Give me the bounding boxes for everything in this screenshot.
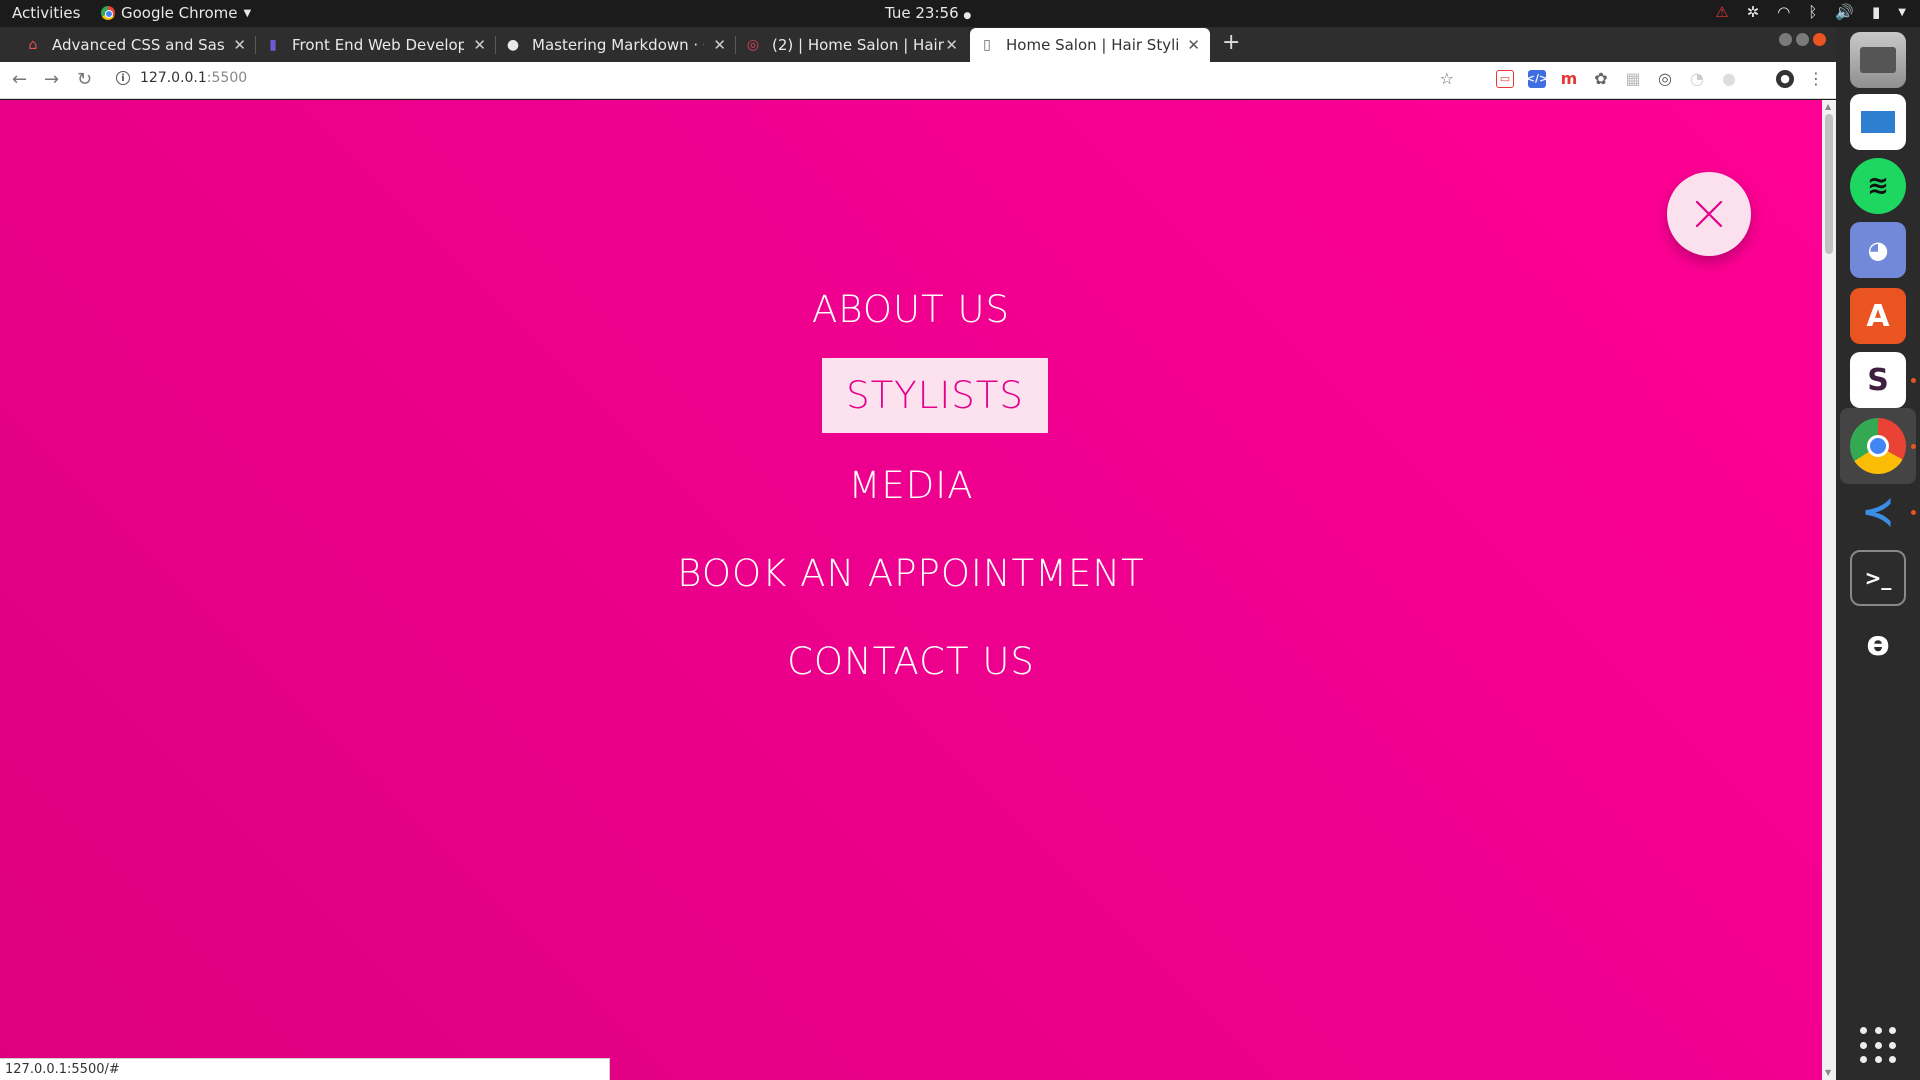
- browser-toolbar: ← → ↻ i 127.0.0.1:5500 ☆ ▭ </> m ✿ ▦ ◎ ◔…: [0, 62, 1836, 99]
- chevron-down-icon: ▼: [243, 7, 252, 19]
- faded-extension-icon[interactable]: ●: [1720, 69, 1738, 88]
- close-icon[interactable]: ✕: [233, 36, 246, 54]
- system-top-bar: Activities Google Chrome ▼ Tue 23:56 ● ⚠…: [0, 0, 1920, 27]
- tab[interactable]: ▮ Front End Web Develope ✕: [256, 28, 496, 62]
- volume-icon[interactable]: 🔊: [1835, 3, 1854, 21]
- close-nav-button[interactable]: [1667, 172, 1751, 256]
- page-viewport: ABOUT US STYLISTS MEDIA BOOK AN APPOINTM…: [0, 100, 1822, 1080]
- tab[interactable]: ◎ (2) | Home Salon | Hair Sty ✕: [736, 28, 968, 62]
- window-controls: [1779, 33, 1826, 46]
- tab-title: Mastering Markdown · Gi: [532, 36, 704, 54]
- calendar-extension-icon[interactable]: ▭: [1496, 69, 1514, 88]
- nav-item-contact-us[interactable]: CONTACT US: [0, 624, 1822, 699]
- url-host: 127.0.0.1: [140, 70, 207, 86]
- minimize-icon[interactable]: [1779, 33, 1792, 46]
- warning-icon[interactable]: ⚠: [1715, 3, 1728, 21]
- udemy-icon: ⌂: [28, 37, 38, 53]
- grid-extension-icon[interactable]: ▦: [1624, 69, 1642, 88]
- close-icon[interactable]: ✕: [945, 36, 958, 54]
- libreoffice-impress-icon[interactable]: [1850, 94, 1906, 150]
- back-arrow-icon[interactable]: ←: [12, 69, 27, 90]
- ubuntu-software-icon[interactable]: A: [1850, 288, 1906, 344]
- site-info-icon[interactable]: i: [116, 71, 130, 85]
- files-icon[interactable]: [1850, 32, 1906, 88]
- bookmark-star-icon[interactable]: ☆: [1440, 69, 1454, 88]
- new-tab-plus-icon[interactable]: +: [1222, 30, 1240, 55]
- swirl-extension-icon[interactable]: ◔: [1688, 69, 1706, 88]
- window-close-icon[interactable]: [1813, 33, 1826, 46]
- close-icon[interactable]: ✕: [713, 36, 726, 54]
- bookmark-icon: ▮: [269, 37, 277, 53]
- nav-item-book-an-appointment[interactable]: BOOK AN APPOINTMENT: [0, 536, 1822, 611]
- spotify-icon[interactable]: ≋: [1850, 158, 1906, 214]
- code-extension-icon[interactable]: </>: [1526, 69, 1548, 88]
- activities-button[interactable]: Activities: [12, 4, 80, 22]
- scrollbar-thumb[interactable]: [1825, 114, 1833, 254]
- scroll-down-arrow-icon[interactable]: ▼: [1825, 1068, 1831, 1077]
- reload-icon[interactable]: ↻: [77, 69, 92, 90]
- url-port: :5500: [206, 70, 248, 86]
- github-icon: ●: [506, 37, 520, 53]
- url-text: 127.0.0.1:5500: [140, 70, 247, 86]
- badge-extension-icon[interactable]: ◎: [1656, 69, 1674, 88]
- page-icon: ▯: [983, 37, 991, 53]
- terminal-icon[interactable]: >_: [1850, 550, 1906, 606]
- wifi-icon[interactable]: ◠: [1777, 3, 1790, 21]
- kebab-menu-icon[interactable]: ⋮: [1808, 69, 1824, 88]
- bluetooth-icon[interactable]: ᛒ: [1808, 3, 1817, 21]
- nav-item-label: MEDIA: [848, 464, 974, 507]
- owl-app-icon[interactable]: ѳ: [1850, 616, 1906, 672]
- ubuntu-dock: ≋ ◕ A S ≺ >_ ѳ: [1836, 27, 1920, 1080]
- show-applications-icon[interactable]: [1860, 1027, 1898, 1065]
- close-icon[interactable]: ✕: [473, 36, 486, 54]
- forward-arrow-icon[interactable]: →: [44, 69, 59, 90]
- system-menu-chevron-icon[interactable]: ▼: [1898, 7, 1906, 18]
- m-extension-icon[interactable]: m: [1560, 69, 1578, 88]
- clock-label: Tue 23:56: [885, 4, 959, 22]
- nav-item-about-us[interactable]: ABOUT US: [0, 272, 1822, 347]
- close-icon: [1695, 200, 1723, 228]
- close-icon[interactable]: ✕: [1187, 36, 1200, 54]
- slack-icon[interactable]: S: [1850, 352, 1916, 408]
- clock[interactable]: Tue 23:56 ●: [885, 4, 971, 22]
- tab-title: Home Salon | Hair Styling: [1006, 36, 1178, 54]
- tab-title: Front End Web Develope: [292, 36, 464, 54]
- settings-gear-icon[interactable]: ✲: [1747, 3, 1760, 21]
- discord-icon[interactable]: ◕: [1850, 222, 1906, 278]
- tab-active[interactable]: ▯ Home Salon | Hair Styling ✕: [970, 28, 1210, 62]
- chrome-icon[interactable]: [1850, 418, 1916, 474]
- address-bar[interactable]: i 127.0.0.1:5500: [116, 70, 247, 86]
- tab[interactable]: ● Mastering Markdown · Gi ✕: [496, 28, 736, 62]
- maximize-icon[interactable]: [1796, 33, 1809, 46]
- chrome-icon: [101, 6, 115, 20]
- vscode-icon[interactable]: ≺: [1850, 484, 1916, 540]
- app-menu[interactable]: Google Chrome ▼: [101, 4, 251, 22]
- nav-item-label: ABOUT US: [811, 288, 1011, 331]
- page-scrollbar[interactable]: ▲ ▼: [1822, 100, 1836, 1080]
- gear-extension-icon[interactable]: ✿: [1592, 69, 1610, 88]
- toolbar-icons: ☆ ▭ </> m ✿ ▦ ◎ ◔ ● ● ⋮: [1440, 69, 1824, 88]
- nav-item-stylists[interactable]: STYLISTS: [24, 358, 1822, 433]
- scroll-up-arrow-icon[interactable]: ▲: [1825, 102, 1831, 111]
- nav-item-label: CONTACT US: [787, 640, 1035, 683]
- app-menu-label: Google Chrome: [121, 4, 238, 22]
- nav-item-label: BOOK AN APPOINTMENT: [677, 552, 1145, 595]
- notification-dot-icon: ●: [963, 11, 972, 21]
- nav-item-media[interactable]: MEDIA: [0, 448, 1822, 523]
- battery-icon[interactable]: ▮: [1872, 3, 1880, 21]
- tab-title: Advanced CSS and Sass: F: [52, 36, 224, 54]
- profile-avatar-icon[interactable]: ●: [1776, 69, 1794, 88]
- tab[interactable]: ⌂ Advanced CSS and Sass: F ✕: [16, 28, 256, 62]
- tab-title: (2) | Home Salon | Hair Sty: [772, 36, 944, 54]
- codepen-icon: ◎: [746, 37, 760, 53]
- nav-item-label: STYLISTS: [822, 358, 1048, 433]
- link-status-bar: 127.0.0.1:5500/#: [0, 1058, 610, 1080]
- system-tray[interactable]: ⚠ ✲ ◠ ᛒ 🔊 ▮ ▼: [1715, 3, 1906, 21]
- tab-strip: ⌂ Advanced CSS and Sass: F ✕ ▮ Front End…: [0, 27, 1836, 62]
